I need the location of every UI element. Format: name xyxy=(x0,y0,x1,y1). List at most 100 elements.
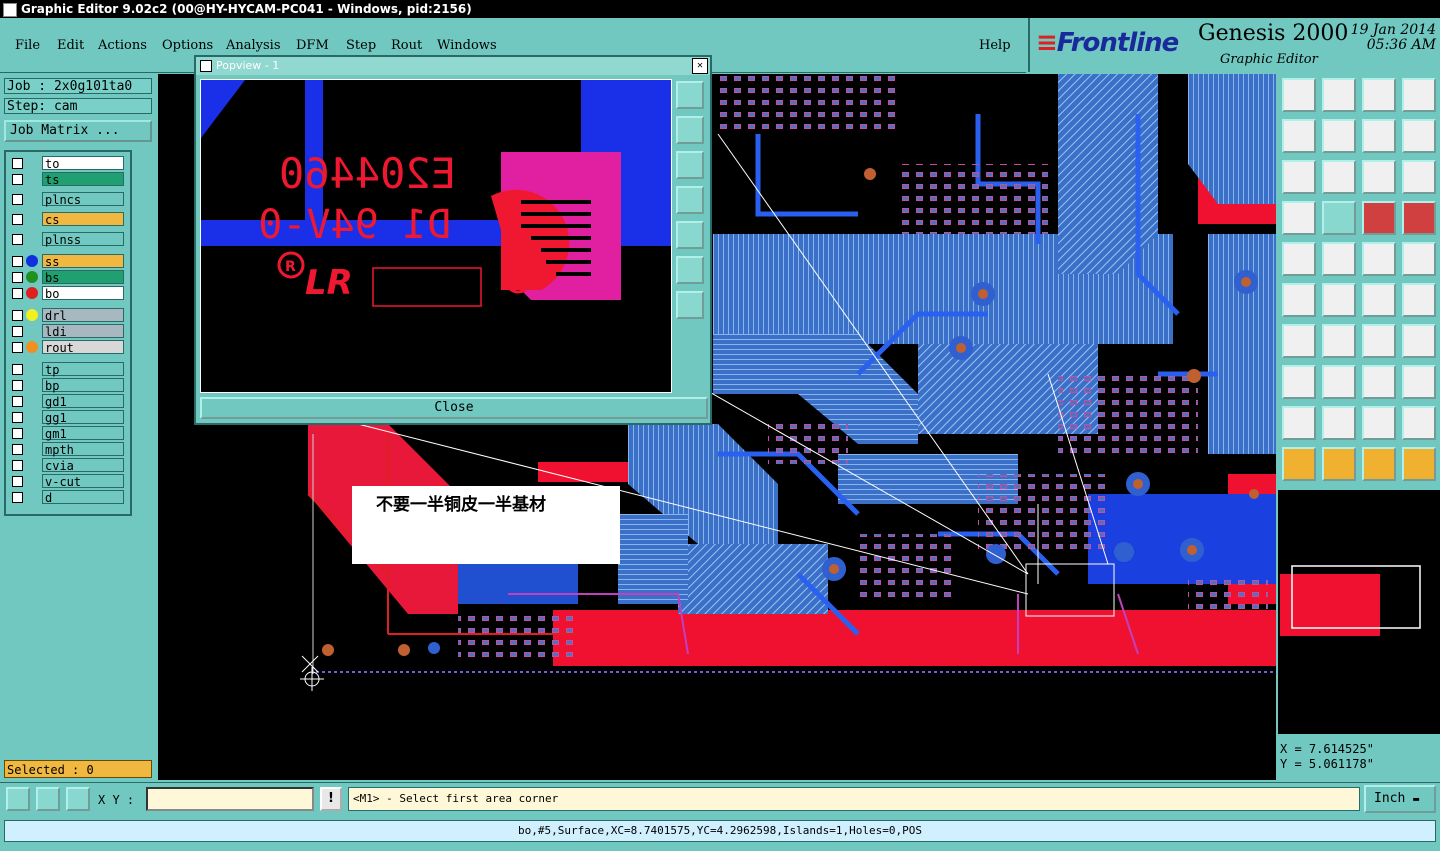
rotate-button[interactable] xyxy=(1362,324,1396,358)
layer-row-bp[interactable]: bp xyxy=(8,378,126,393)
layer-name[interactable]: to xyxy=(42,156,124,171)
layer-checkbox[interactable] xyxy=(12,476,23,487)
menu-rout[interactable]: Rout xyxy=(391,38,422,53)
layer-row-ts[interactable]: ts xyxy=(8,172,126,187)
layer-row-gm1[interactable]: gm1 xyxy=(8,426,126,441)
cross-select-button[interactable] xyxy=(1322,283,1356,317)
chain-select-button[interactable] xyxy=(1402,447,1436,481)
layer-checkbox[interactable] xyxy=(12,412,23,423)
layer-name[interactable]: mpth xyxy=(42,442,124,457)
measure-button[interactable] xyxy=(36,787,60,811)
menu-step[interactable]: Step xyxy=(346,38,376,53)
layer-row-plncs[interactable]: plncs xyxy=(8,192,126,207)
settings-button[interactable] xyxy=(1282,201,1316,235)
layer-row-cs[interactable]: cs xyxy=(8,212,126,227)
layer-row-mpth[interactable]: mpth xyxy=(8,442,126,457)
unit-selector[interactable]: Inch ▬ xyxy=(1364,785,1436,813)
layer-row-ldi[interactable]: ldi xyxy=(8,324,126,339)
layer-checkbox[interactable] xyxy=(12,342,23,353)
layer-name[interactable]: plncs xyxy=(42,192,124,207)
cursor-select-button[interactable] xyxy=(1282,447,1316,481)
area-select-button[interactable] xyxy=(1322,447,1356,481)
help-query-button[interactable] xyxy=(1402,160,1436,194)
layer-name[interactable]: gg1 xyxy=(42,410,124,425)
fit-view-button[interactable] xyxy=(1402,78,1436,112)
layer-checkbox[interactable] xyxy=(12,272,23,283)
layer-checkbox[interactable] xyxy=(12,428,23,439)
layer-row-bs[interactable]: bs xyxy=(8,270,126,285)
popview-tool-button[interactable] xyxy=(676,256,704,284)
angle-button[interactable] xyxy=(1282,324,1316,358)
draw-line-button[interactable] xyxy=(1322,242,1356,276)
layer-row-d[interactable]: d xyxy=(8,490,126,505)
mirror-button[interactable] xyxy=(1402,324,1436,358)
menu-analysis[interactable]: Analysis xyxy=(226,38,281,53)
layer-row-gd1[interactable]: gd1 xyxy=(8,394,126,409)
layer-name[interactable]: ts xyxy=(42,172,124,187)
job-matrix-button[interactable]: Job Matrix ... xyxy=(4,120,152,142)
popview-canvas[interactable]: E204460 D1 94V-0 R LR R xyxy=(200,79,672,393)
menu-windows[interactable]: Windows xyxy=(437,38,497,53)
line-point-button[interactable] xyxy=(1362,283,1396,317)
home-view-button[interactable] xyxy=(1362,78,1396,112)
layer-checkbox[interactable] xyxy=(12,234,23,245)
layer-row-gg1[interactable]: gg1 xyxy=(8,410,126,425)
select-pad-button[interactable] xyxy=(1282,365,1316,399)
menu-dfm[interactable]: DFM xyxy=(296,38,329,53)
popview-tool-button[interactable] xyxy=(676,291,704,319)
ruler-button[interactable] xyxy=(1362,242,1396,276)
layer-checkbox[interactable] xyxy=(12,174,23,185)
popview-tool-button[interactable] xyxy=(676,151,704,179)
select-arrow-button[interactable] xyxy=(1282,242,1316,276)
layer-checkbox[interactable] xyxy=(12,326,23,337)
popview-titlebar[interactable]: Popview - 1 xyxy=(196,57,710,75)
layer-color-swatch[interactable] xyxy=(26,309,38,321)
arrow-point-button[interactable] xyxy=(1402,283,1436,317)
triangle-button[interactable] xyxy=(1282,406,1316,440)
layer-checkbox[interactable] xyxy=(12,310,23,321)
window-menu-icon[interactable] xyxy=(200,60,212,72)
menu-help[interactable]: Help xyxy=(979,38,1011,53)
popview-tool-button[interactable] xyxy=(676,81,704,109)
layer-checkbox[interactable] xyxy=(12,444,23,455)
pan-down-button[interactable] xyxy=(1322,78,1356,112)
layer-row-ss[interactable]: ss xyxy=(8,254,126,269)
popview-close-button[interactable]: Close xyxy=(200,397,708,419)
pan-right-button[interactable] xyxy=(1322,119,1356,153)
layer-name[interactable]: rout xyxy=(42,340,124,355)
layer-name[interactable]: bp xyxy=(42,378,124,393)
pan-up-button[interactable] xyxy=(1282,78,1316,112)
layer-color-swatch[interactable] xyxy=(26,271,38,283)
layer-color-swatch[interactable] xyxy=(26,287,38,299)
overview-map[interactable] xyxy=(1278,490,1440,734)
point-select-button[interactable] xyxy=(1362,447,1396,481)
layer-toggle-button[interactable] xyxy=(1402,201,1436,235)
layer-name[interactable]: plnss xyxy=(42,232,124,247)
cluster-button[interactable] xyxy=(1402,365,1436,399)
layer-checkbox[interactable] xyxy=(12,396,23,407)
layer-checkbox[interactable] xyxy=(12,194,23,205)
layer-color-swatch[interactable] xyxy=(26,255,38,267)
layer-name[interactable]: ldi xyxy=(42,324,124,339)
grid-button[interactable] xyxy=(66,787,90,811)
layer-row-tp[interactable]: tp xyxy=(8,362,126,377)
layer-name[interactable]: drl xyxy=(42,308,124,323)
layer-row-rout[interactable]: rout xyxy=(8,340,126,355)
layer-checkbox[interactable] xyxy=(12,256,23,267)
snap-point-button[interactable] xyxy=(1402,242,1436,276)
layer-name[interactable]: cvia xyxy=(42,458,124,473)
popview-tool-button[interactable] xyxy=(676,186,704,214)
layer-row-to[interactable]: to xyxy=(8,156,126,171)
layer-row-drl[interactable]: drl xyxy=(8,308,126,323)
zoom-fit-button[interactable] xyxy=(1282,160,1316,194)
layer-name[interactable]: gm1 xyxy=(42,426,124,441)
zoom-area-button[interactable] xyxy=(6,787,30,811)
arc-b-button[interactable] xyxy=(1362,406,1396,440)
layer-row-plnss[interactable]: plnss xyxy=(8,232,126,247)
layer-checkbox[interactable] xyxy=(12,288,23,299)
xy-input[interactable] xyxy=(146,787,314,811)
layer-name[interactable]: cs xyxy=(42,212,124,227)
zoom-back-button[interactable] xyxy=(1362,119,1396,153)
layer-row-v-cut[interactable]: v-cut xyxy=(8,474,126,489)
grid-button[interactable] xyxy=(1322,201,1356,235)
